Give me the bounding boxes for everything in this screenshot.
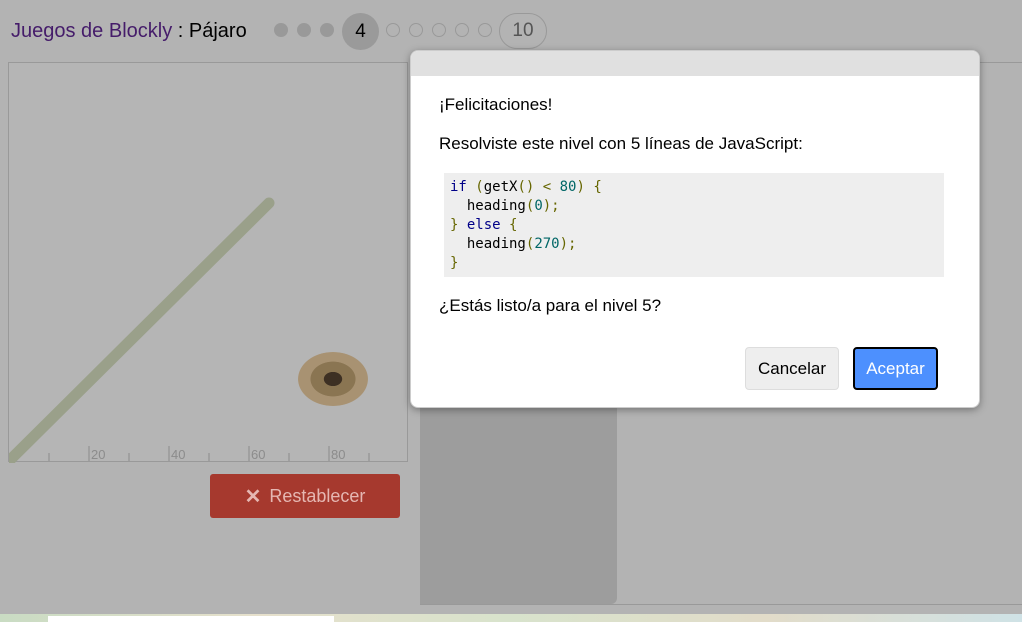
game-visualization: 20 40 60 80 — [8, 62, 408, 463]
code-block: if (getX() < 80) { heading(0); } else { … — [444, 173, 944, 277]
accept-button[interactable]: Aceptar — [853, 347, 938, 390]
cancel-button[interactable]: Cancelar — [745, 347, 839, 390]
axis-label-60: 60 — [251, 447, 265, 462]
dialog-question-text: ¿Estás listo/a para el nivel 5? — [439, 296, 662, 315]
level-9-dot[interactable] — [478, 23, 492, 37]
axis-label-80: 80 — [331, 447, 345, 462]
app-name-link[interactable]: Juegos de Blockly — [11, 20, 172, 42]
level-3-dot[interactable] — [320, 23, 334, 37]
reset-label: Restablecer — [269, 485, 366, 506]
axis-label-40: 40 — [171, 447, 185, 462]
level-6-dot[interactable] — [409, 23, 423, 37]
level-2-dot[interactable] — [297, 23, 311, 37]
level-10-button[interactable]: 10 — [499, 13, 547, 49]
game-name: Pájaro — [188, 20, 247, 42]
dialog-congrats-text: ¡Felicitaciones! — [439, 95, 553, 114]
title-separator: : — [172, 20, 189, 42]
dialog-titlebar[interactable] — [411, 51, 979, 76]
wall-line — [9, 197, 275, 463]
page-title: Juegos de Blockly : Pájaro — [11, 20, 247, 43]
close-icon: ✕ — [244, 485, 262, 508]
level-1-dot[interactable] — [274, 23, 288, 37]
congratulations-dialog: ¡Felicitaciones! Resolviste este nivel c… — [410, 50, 980, 408]
dialog-solved-text: Resolviste este nivel con 5 líneas de Ja… — [439, 134, 803, 153]
level-7-dot[interactable] — [432, 23, 446, 37]
reset-button[interactable]: ✕ Restablecer — [210, 474, 400, 518]
bird-in-nest-icon — [298, 352, 368, 406]
axis-label-20: 20 — [91, 447, 105, 462]
level-8-dot[interactable] — [455, 23, 469, 37]
current-level-indicator: 4 — [342, 13, 379, 50]
level-5-dot[interactable] — [386, 23, 400, 37]
taskbar-tab[interactable] — [48, 616, 334, 622]
